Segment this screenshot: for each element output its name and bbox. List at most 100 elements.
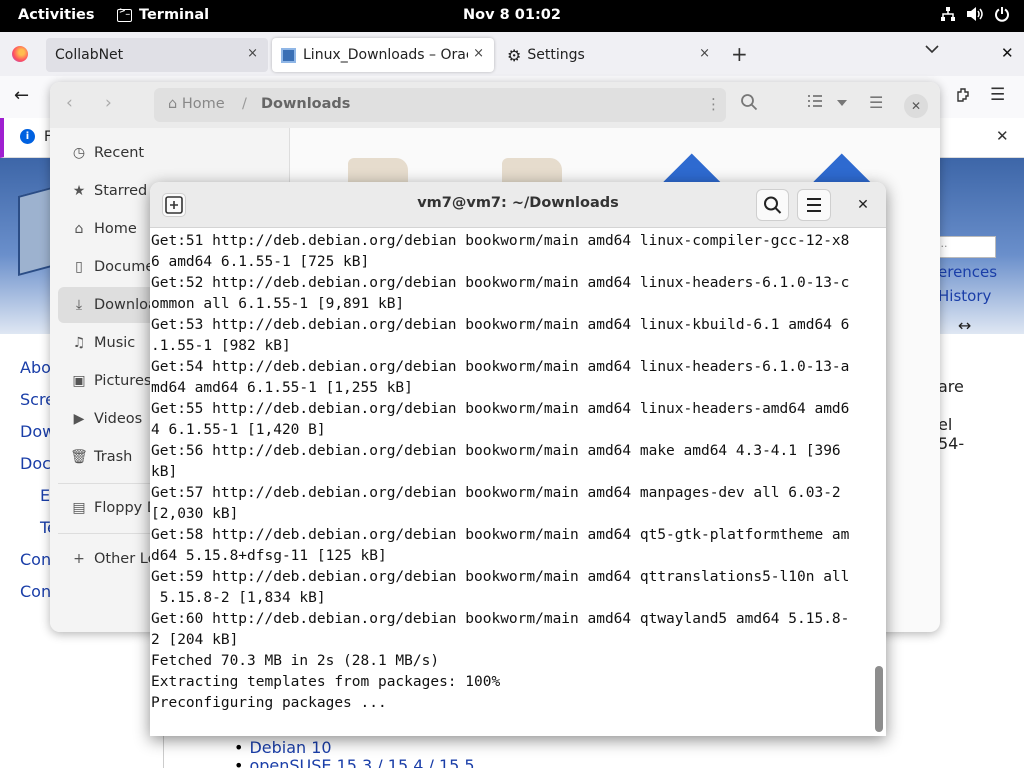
terminal-line: Get:60 http://deb.debian.org/debian book… bbox=[151, 611, 850, 627]
terminal-line: Get:57 http://deb.debian.org/debian book… bbox=[151, 485, 841, 501]
star-icon: ★ bbox=[72, 183, 86, 199]
terminal-line: 6 amd64 6.1.55-1 [725 kB] bbox=[151, 254, 370, 270]
gnome-top-bar: Activities Terminal Nov 8 01:02 bbox=[0, 0, 1024, 32]
sidebar-item-label: Music bbox=[94, 335, 136, 351]
terminal-line: ommon all 6.1.55-1 [9,891 kB] bbox=[151, 296, 405, 312]
terminal-line: Get:56 http://deb.debian.org/debian book… bbox=[151, 443, 841, 459]
view-options-chevron-icon[interactable] bbox=[836, 99, 848, 107]
terminal-line: Get:59 http://deb.debian.org/debian book… bbox=[151, 569, 850, 585]
tab-label: Settings bbox=[527, 47, 585, 63]
firefox-logo-icon bbox=[12, 46, 28, 62]
terminal-line: md64 amd64 6.1.55-1 [1,255 kB] bbox=[151, 380, 413, 396]
terminal-scrollbar[interactable] bbox=[875, 666, 883, 732]
files-close-icon[interactable]: ✕ bbox=[904, 94, 928, 118]
terminal-line: 4 6.1.55-1 [1,420 B] bbox=[151, 422, 326, 438]
terminal-line: 5.15.8-2 [1,834 kB] bbox=[151, 590, 326, 606]
music-icon: ♫ bbox=[72, 335, 86, 351]
terminal-menu-button[interactable] bbox=[797, 189, 831, 221]
more-options-icon[interactable]: ⋮ bbox=[706, 95, 721, 113]
gear-icon: ⚙ bbox=[507, 45, 522, 65]
hamburger-menu-icon bbox=[807, 198, 821, 212]
firefox-tab-bar: CollabNet × Linux_Downloads – Oracl × ⚙ … bbox=[0, 32, 1024, 76]
terminal-line: .1.55-1 [982 kB] bbox=[151, 338, 291, 354]
download-icon: ⤓ bbox=[75, 297, 83, 313]
sidebar-item-recent[interactable]: ◷ Recent bbox=[58, 135, 286, 171]
hamburger-menu-icon[interactable]: ☰ bbox=[869, 93, 883, 112]
forward-chevron-icon[interactable]: › bbox=[105, 93, 112, 113]
volume-icon bbox=[966, 6, 984, 22]
search-icon[interactable] bbox=[740, 93, 758, 111]
document-icon: ▯ bbox=[75, 259, 83, 275]
terminal-line: Fetched 70.3 MB in 2s (28.1 MB/s) bbox=[151, 653, 440, 669]
sidebar-item-label: Trash bbox=[94, 449, 133, 465]
nav-link[interactable]: Con bbox=[20, 550, 51, 569]
system-tray[interactable] bbox=[940, 6, 1010, 22]
terminal-line: Extracting templates from packages: 100% bbox=[151, 674, 501, 690]
virtualbox-favicon-icon bbox=[281, 47, 296, 63]
home-icon: ⌂ bbox=[74, 221, 84, 237]
tab-close-icon[interactable]: × bbox=[699, 46, 710, 61]
terminal-icon bbox=[117, 6, 132, 22]
list-all-tabs-chevron-icon[interactable] bbox=[925, 44, 939, 54]
terminal-line: Get:51 http://deb.debian.org/debian book… bbox=[151, 233, 850, 249]
terminal-line: [2,030 kB] bbox=[151, 506, 239, 522]
terminal-line: Get:58 http://deb.debian.org/debian book… bbox=[151, 527, 850, 543]
notification-close-icon[interactable]: ✕ bbox=[996, 127, 1009, 145]
list-view-icon[interactable] bbox=[807, 93, 823, 109]
nav-link[interactable]: Abo bbox=[20, 358, 51, 377]
terminal-window[interactable]: vm7@vm7: ~/Downloads ✕ Get:51 http://deb… bbox=[150, 182, 886, 736]
path-home[interactable]: ⌂ Home bbox=[168, 96, 225, 112]
distro-link[interactable]: openSUSE 15.3 / 15.4 / 15.5 bbox=[234, 756, 474, 768]
app-menu-button[interactable]: Terminal bbox=[117, 6, 210, 23]
path-current[interactable]: Downloads bbox=[261, 96, 350, 112]
power-icon bbox=[994, 6, 1010, 22]
nav-link[interactable]: E bbox=[40, 486, 50, 505]
plus-icon: + bbox=[73, 551, 85, 567]
preferences-link[interactable]: erences bbox=[938, 263, 997, 281]
trash-icon: 🗑 bbox=[70, 449, 88, 465]
new-tab-button[interactable]: + bbox=[731, 42, 748, 66]
wiki-search-input[interactable]: ... bbox=[932, 236, 996, 258]
tab-collabnet[interactable]: CollabNet × bbox=[46, 38, 268, 72]
sidebar-item-label: Recent bbox=[94, 145, 145, 161]
tab-close-icon[interactable]: × bbox=[473, 46, 484, 61]
page-text: are bbox=[938, 377, 964, 396]
hamburger-menu-icon[interactable]: ☰ bbox=[990, 85, 1005, 105]
extensions-icon[interactable] bbox=[955, 86, 973, 104]
app-menu-label: Terminal bbox=[139, 7, 210, 23]
activities-button[interactable]: Activities bbox=[18, 7, 95, 23]
nav-link[interactable]: Doc bbox=[20, 454, 51, 473]
terminal-line: kB] bbox=[151, 464, 178, 480]
terminal-close-icon[interactable]: ✕ bbox=[851, 193, 875, 217]
tab-linux-downloads[interactable]: Linux_Downloads – Oracl × bbox=[272, 38, 494, 72]
terminal-line: d64 5.15.8+dfsg-11 [125 kB] bbox=[151, 548, 387, 564]
tab-close-icon[interactable]: × bbox=[247, 46, 258, 61]
terminal-output[interactable]: Get:51 http://deb.debian.org/debian book… bbox=[150, 228, 874, 736]
history-link[interactable]: History bbox=[938, 287, 991, 305]
network-icon bbox=[940, 6, 956, 22]
terminal-line: 2 [204 kB] bbox=[151, 632, 239, 648]
tab-label: Linux_Downloads – Oracl bbox=[303, 47, 468, 63]
path-home-label: Home bbox=[181, 96, 225, 112]
files-header-bar: ‹ › ⌂ Home / Downloads ⋮ ☰ ✕ bbox=[50, 82, 940, 128]
video-icon: ▶ bbox=[73, 411, 85, 427]
terminal-line: Get:53 http://deb.debian.org/debian book… bbox=[151, 317, 850, 333]
search-icon bbox=[764, 196, 782, 214]
new-tab-button[interactable] bbox=[162, 193, 186, 217]
back-arrow-icon[interactable]: ← bbox=[14, 85, 29, 106]
sidebar-item-label: Pictures bbox=[94, 373, 152, 389]
sidebar-item-label: Starred bbox=[94, 183, 148, 199]
clock-icon: ◷ bbox=[72, 145, 86, 161]
path-bar[interactable]: ⌂ Home / Downloads ⋮ bbox=[154, 88, 726, 122]
tab-settings[interactable]: ⚙ Settings × bbox=[498, 38, 720, 72]
terminal-search-button[interactable] bbox=[756, 189, 789, 221]
terminal-header-bar: vm7@vm7: ~/Downloads ✕ bbox=[150, 182, 886, 228]
nav-link[interactable]: Con bbox=[20, 582, 51, 601]
sidebar-item-label: Home bbox=[94, 221, 137, 237]
distro-link[interactable]: Debian 10 bbox=[234, 738, 331, 757]
path-separator: / bbox=[242, 96, 247, 112]
back-chevron-icon[interactable]: ‹ bbox=[66, 93, 73, 113]
page-text: el bbox=[938, 415, 953, 434]
firefox-close-icon[interactable]: ✕ bbox=[1001, 44, 1014, 62]
terminal-line: Get:52 http://deb.debian.org/debian book… bbox=[151, 275, 850, 291]
